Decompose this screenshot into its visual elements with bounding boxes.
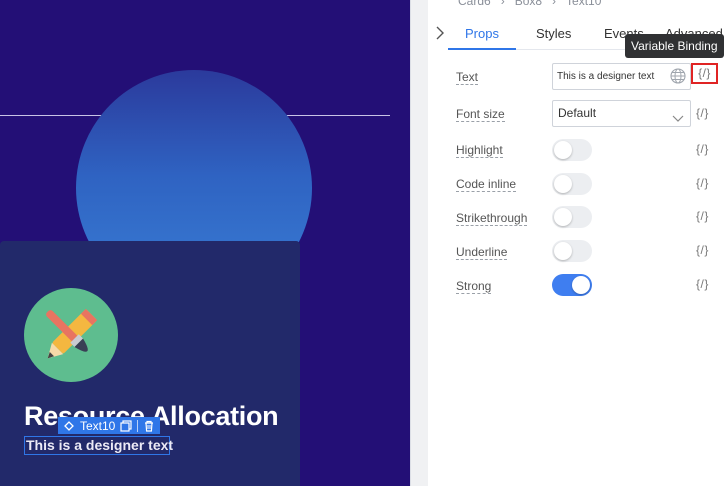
variable-binding-button[interactable]: {/} — [696, 106, 709, 120]
tab-styles[interactable]: Styles — [536, 26, 571, 41]
variable-binding-button[interactable]: {/} — [696, 176, 709, 190]
prop-label-strong: Strong — [456, 279, 492, 294]
prop-label-highlight: Highlight — [456, 143, 503, 158]
active-tab-indicator — [448, 48, 516, 50]
prop-label-strikethrough: Strikethrough — [456, 211, 528, 226]
selection-tag-label: Text10 — [80, 418, 116, 433]
strikethrough-toggle[interactable] — [552, 206, 592, 228]
variable-binding-button[interactable]: {/} — [696, 243, 709, 257]
canvas-gutter — [410, 0, 428, 486]
globe-icon[interactable] — [669, 67, 687, 85]
variable-binding-tooltip: Variable Binding — [625, 34, 724, 58]
breadcrumb: Card6 › Box8 › Text10 — [458, 0, 601, 8]
selection-tag[interactable]: Text10 — [58, 417, 161, 434]
tag-separator — [137, 419, 139, 432]
variable-binding-button[interactable]: {/} — [696, 142, 709, 156]
trash-icon[interactable] — [142, 419, 156, 433]
toggle-knob — [554, 141, 572, 159]
copy-icon[interactable] — [119, 419, 133, 433]
highlight-toggle[interactable] — [552, 139, 592, 161]
breadcrumb-separator-icon: › — [500, 0, 505, 8]
strong-toggle[interactable] — [552, 274, 592, 296]
font-size-select[interactable]: Default — [552, 100, 691, 127]
variable-binding-button[interactable]: {/} — [696, 209, 709, 223]
toggle-knob — [554, 175, 572, 193]
toggle-knob — [554, 208, 572, 226]
breadcrumb-item[interactable]: Box8 — [515, 0, 542, 8]
toggle-knob — [572, 276, 590, 294]
variable-binding-button[interactable]: {/} — [696, 277, 709, 291]
breadcrumb-item[interactable]: Text10 — [566, 0, 601, 8]
tab-props[interactable]: Props — [465, 26, 499, 41]
font-size-value: Default — [558, 106, 597, 120]
selected-text-element[interactable]: This is a designer text — [24, 436, 173, 455]
prop-label-text: Text — [456, 70, 479, 85]
chevron-down-icon — [672, 108, 684, 122]
toggle-knob — [554, 242, 572, 260]
code-inline-toggle[interactable] — [552, 173, 592, 195]
pencil-brush-icon[interactable] — [24, 288, 118, 382]
prop-label-underline: Underline — [456, 245, 508, 260]
design-canvas[interactable]: Resource Allocation This is a designer t… — [0, 0, 410, 486]
component-icon — [62, 419, 76, 433]
prop-label-font-size: Font size — [456, 107, 505, 122]
breadcrumb-separator-icon: › — [552, 0, 557, 8]
breadcrumb-item[interactable]: Card6 — [458, 0, 491, 8]
variable-binding-button[interactable]: {/} — [691, 63, 718, 84]
underline-toggle[interactable] — [552, 240, 592, 262]
prop-label-code-inline: Code inline — [456, 177, 517, 192]
